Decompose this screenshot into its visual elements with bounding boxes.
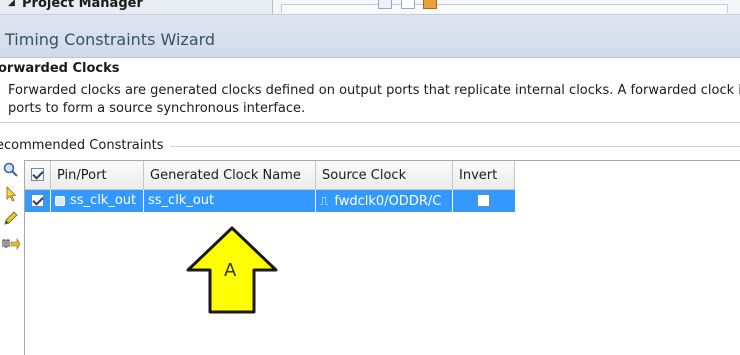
row-checkbox[interactable] bbox=[31, 194, 44, 207]
select-arrow-icon[interactable] bbox=[2, 186, 20, 204]
table-header: Pin/Port Generated Clock Name Source Clo… bbox=[25, 161, 515, 190]
header-select-all[interactable] bbox=[25, 161, 51, 189]
description-line-1: Forwarded clocks are generated clocks de… bbox=[8, 83, 740, 98]
pin-port-cell[interactable]: ss_clk_out bbox=[51, 190, 144, 212]
toolbar-button-icon[interactable] bbox=[378, 0, 392, 9]
wizard-title: Timing Constraints Wizard bbox=[5, 30, 216, 49]
search-icon[interactable] bbox=[2, 162, 20, 180]
annotation-arrow: A bbox=[186, 226, 278, 316]
column-header-invert[interactable]: Invert bbox=[453, 161, 515, 189]
generated-clock-name-value: ss_clk_out bbox=[148, 193, 215, 208]
clock-forward-icon[interactable] bbox=[2, 236, 21, 254]
background-panel-inner bbox=[281, 4, 728, 13]
description-line-2: ports to form a source synchronous inter… bbox=[8, 101, 306, 116]
section-divider bbox=[170, 146, 740, 147]
edit-pencil-icon[interactable] bbox=[2, 210, 20, 228]
constraints-table: Pin/Port Generated Clock Name Source Clo… bbox=[24, 160, 740, 355]
project-manager-label[interactable]: Project Manager bbox=[22, 0, 143, 11]
section-label: ecommended Constraints bbox=[0, 138, 164, 153]
generated-clock-name-cell[interactable]: ss_clk_out bbox=[144, 190, 316, 212]
page-description: Forwarded clocks are generated clocks de… bbox=[8, 82, 740, 118]
wizard-title-bar: Timing Constraints Wizard bbox=[0, 15, 740, 58]
invert-cell[interactable] bbox=[453, 190, 515, 212]
source-clock-value: fwdclk0/ODDR/C bbox=[334, 194, 442, 209]
toolbar-orange-icon[interactable] bbox=[423, 0, 437, 9]
column-header-pin-port[interactable]: Pin/Port bbox=[51, 161, 144, 189]
background-panel bbox=[272, 0, 740, 14]
column-header-generated-clock-name[interactable]: Generated Clock Name bbox=[144, 161, 316, 189]
source-clock-cell[interactable]: ⎍ fwdclk0/ODDR/C bbox=[316, 190, 453, 212]
row-select-cell[interactable] bbox=[25, 190, 51, 212]
pin-port-value: ss_clk_out bbox=[70, 193, 137, 208]
annotation-label: A bbox=[224, 260, 237, 281]
clock-waveform-icon: ⎍ bbox=[320, 194, 329, 208]
port-icon bbox=[55, 195, 65, 206]
table-row[interactable]: ss_clk_out ss_clk_out ⎍ fwdclk0/ODDR/C bbox=[25, 190, 515, 212]
background-app-strip: ◢ Project Manager bbox=[0, 0, 740, 15]
wizard-page-header: orwarded Clocks Forwarded clocks are gen… bbox=[0, 58, 740, 123]
toolbar-button-icon[interactable] bbox=[401, 0, 415, 9]
column-header-source-clock[interactable]: Source Clock bbox=[316, 161, 453, 189]
table-toolbar bbox=[0, 160, 22, 354]
page-heading: orwarded Clocks bbox=[0, 61, 120, 76]
collapse-arrow-icon[interactable]: ◢ bbox=[8, 0, 15, 8]
select-all-checkbox[interactable] bbox=[31, 168, 44, 181]
invert-checkbox[interactable] bbox=[477, 194, 490, 207]
